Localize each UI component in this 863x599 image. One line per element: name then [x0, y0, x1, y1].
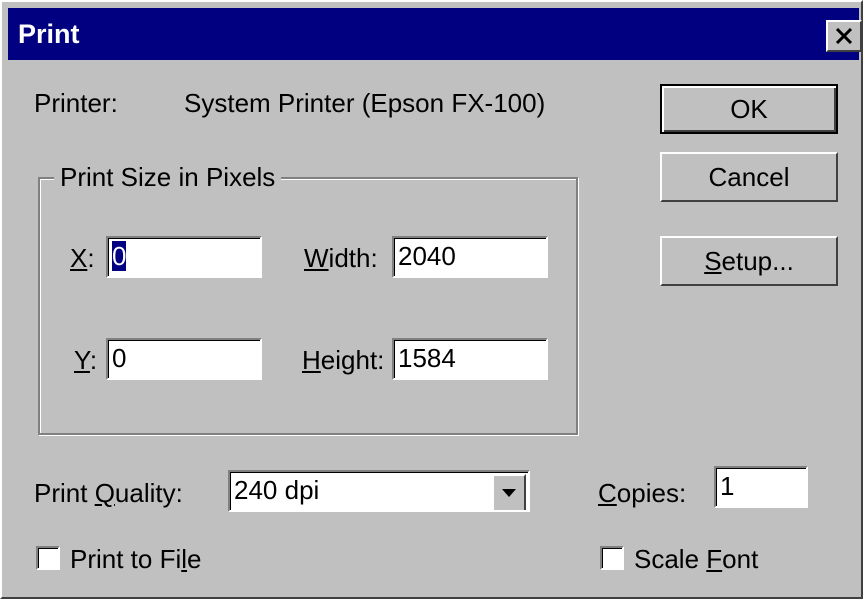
title-bar[interactable]: Print — [8, 8, 862, 60]
close-button[interactable] — [826, 20, 862, 52]
height-input-value: 1584 — [398, 343, 456, 373]
printer-label: Printer: — [34, 88, 118, 118]
ok-button-label: OK — [730, 94, 768, 124]
print-size-group — [38, 177, 578, 435]
x-label: X: — [70, 243, 95, 273]
width-input[interactable]: 2040 — [392, 236, 548, 278]
x-input[interactable]: 0 — [106, 236, 262, 278]
copies-input-value: 1 — [720, 471, 735, 501]
window-title: Print — [18, 19, 80, 49]
scale-font-label[interactable]: Scale Font — [634, 544, 758, 574]
chevron-down-icon — [502, 489, 516, 497]
print-quality-value: 240 dpi — [234, 475, 320, 505]
height-input[interactable]: 1584 — [392, 338, 548, 380]
cancel-button-label: Cancel — [708, 162, 790, 192]
print-quality-select[interactable]: 240 dpi — [228, 470, 530, 512]
y-input-value: 0 — [112, 343, 127, 373]
ok-button[interactable]: OK — [660, 84, 838, 134]
print-to-file-label[interactable]: Print to File — [70, 544, 202, 574]
print-dialog: Print Printer: System Printer (Epson FX-… — [0, 0, 863, 599]
setup-button[interactable]: Setup... — [660, 236, 838, 286]
printer-name: System Printer (Epson FX-100) — [184, 88, 546, 118]
y-input[interactable]: 0 — [106, 338, 262, 380]
width-input-value: 2040 — [398, 241, 456, 271]
scale-font-checkbox[interactable] — [600, 546, 624, 570]
height-label: Height: — [302, 345, 385, 375]
y-label: Y: — [74, 345, 98, 375]
print-quality-label: Print Quality: — [34, 478, 183, 508]
copies-label: Copies: — [598, 478, 687, 508]
copies-input[interactable]: 1 — [714, 466, 808, 508]
print-quality-dropdown-button[interactable] — [492, 474, 526, 510]
cancel-button[interactable]: Cancel — [660, 152, 838, 202]
print-size-legend: Print Size in Pixels — [54, 162, 282, 192]
setup-button-label: Setup... — [704, 246, 794, 276]
close-icon — [835, 28, 853, 44]
x-input-value: 0 — [112, 241, 127, 271]
print-to-file-checkbox[interactable] — [36, 546, 60, 570]
width-label: Width: — [304, 243, 378, 273]
